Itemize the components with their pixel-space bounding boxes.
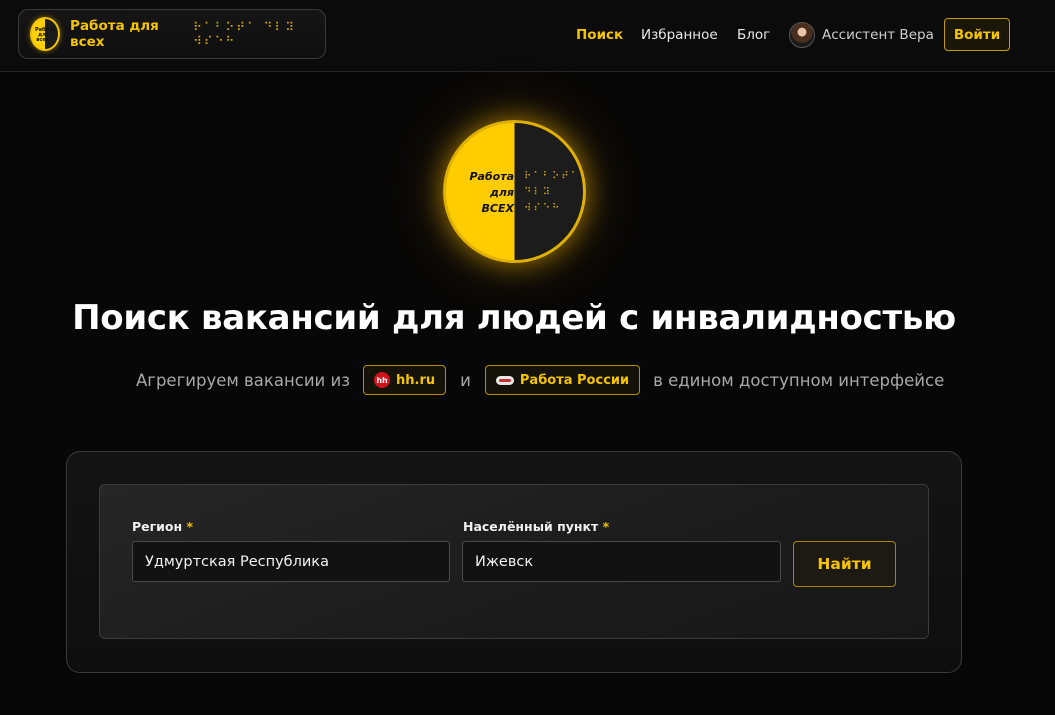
city-required-mark: * bbox=[602, 519, 610, 534]
nav-link-search[interactable]: Поиск bbox=[576, 0, 623, 70]
top-navigation-bar: Работа для всех Работа для всех ⠗⠁⠃⠕⠞⠁ ⠙… bbox=[0, 0, 1055, 72]
region-input[interactable]: Удмуртская Республика bbox=[132, 541, 450, 582]
source-chip-rabota-rossii[interactable]: Работа России bbox=[484, 365, 641, 395]
rabota-rossii-logo-icon bbox=[495, 375, 514, 385]
brand-logo-icon: Работа для всех bbox=[30, 17, 61, 51]
hero-logo-braille: ⠗⠁⠃⠕⠞⠁ ⠙⠇⠽ ⠺⠎⠑⠓ bbox=[524, 171, 580, 214]
city-input-value: Ижевск bbox=[475, 553, 534, 570]
nav-link-favorites[interactable]: Избранное bbox=[641, 0, 718, 70]
hh-logo-icon: hh bbox=[374, 372, 391, 388]
page-title: Поиск вакансий для людей с инвалидностью bbox=[72, 298, 956, 338]
city-input[interactable]: Ижевск bbox=[462, 541, 781, 582]
login-button[interactable]: Войти bbox=[944, 18, 1010, 51]
source-chip-rabota-rossii-label: Работа России bbox=[519, 372, 630, 388]
assistant-avatar bbox=[789, 21, 815, 48]
brand-logo-mini-text: Работа для всех bbox=[35, 27, 56, 43]
hero-logo-text: Работа для ВСЕХ bbox=[469, 170, 514, 215]
subtitle-connector: и bbox=[460, 370, 471, 390]
region-label: Регион * bbox=[132, 519, 194, 534]
find-button[interactable]: Найти bbox=[793, 541, 896, 587]
region-input-value: Удмуртская Республика bbox=[145, 553, 329, 570]
hero-subtitle: Агрегируем вакансии из hh hh.ru и Работа… bbox=[136, 365, 944, 395]
subtitle-suffix: в едином доступном интерфейсе bbox=[653, 370, 945, 390]
brand-title: Работа для всех bbox=[70, 18, 159, 50]
region-required-mark: * bbox=[186, 519, 194, 534]
assistant-label: Ассистент Вера bbox=[822, 26, 934, 43]
source-chip-hh-label: hh.ru bbox=[396, 372, 436, 388]
brand-home-link[interactable]: Работа для всех Работа для всех ⠗⠁⠃⠕⠞⠁ ⠙… bbox=[18, 9, 326, 59]
hero-logo-icon: Работа для ВСЕХ ⠗⠁⠃⠕⠞⠁ ⠙⠇⠽ ⠺⠎⠑⠓ bbox=[443, 120, 586, 263]
city-label: Населённый пункт * bbox=[463, 519, 610, 534]
nav-assistant-link[interactable]: Ассистент Вера bbox=[789, 21, 934, 48]
brand-braille-text: ⠗⠁⠃⠕⠞⠁ ⠙⠇⠽ ⠺⠎⠑⠓ bbox=[193, 20, 297, 48]
subtitle-prefix: Агрегируем вакансии из bbox=[136, 370, 351, 390]
source-chip-hh[interactable]: hh hh.ru bbox=[363, 365, 447, 395]
nav-link-blog[interactable]: Блог bbox=[737, 0, 770, 70]
